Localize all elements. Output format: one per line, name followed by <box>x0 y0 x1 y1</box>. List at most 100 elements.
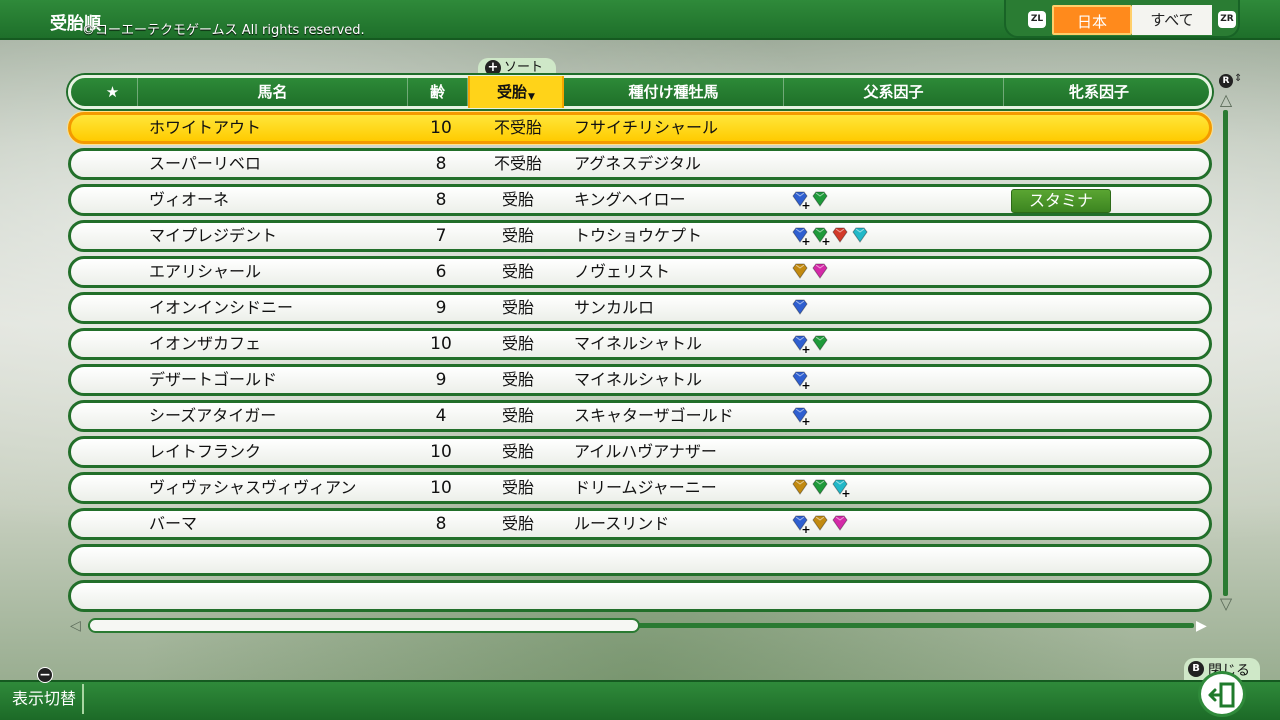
zr-button-icon[interactable]: ZR <box>1218 11 1236 28</box>
scroll-right-arrow-icon[interactable]: ▶ <box>1196 618 1207 634</box>
mated-sire: マイネルシャトル <box>574 334 703 353</box>
horse-age: 8 <box>435 514 447 534</box>
region-tabs: ZL 日本 すべて ZR <box>1004 0 1240 38</box>
horse-age: 10 <box>430 334 452 354</box>
table-row[interactable]: イオンザカフェ 10 受胎 マイネルシャトル + <box>68 328 1212 360</box>
blue-gem-icon <box>791 298 809 316</box>
sire-factor-icons: + <box>791 190 831 211</box>
pregnancy-status: 受胎 <box>501 190 534 209</box>
sire-factor-icons: + <box>791 334 831 355</box>
table-row[interactable]: スーパーリベロ 8 不受胎 アグネスデジタル <box>68 148 1212 180</box>
horse-name: イオンインシドニー <box>149 298 294 317</box>
header-age[interactable]: 齢 <box>408 78 468 106</box>
pregnancy-status: 受胎 <box>501 514 534 533</box>
mated-sire: ドリームジャーニー <box>574 478 717 497</box>
table-row[interactable]: デザートゴールド 9 受胎 マイネルシャトル + <box>68 364 1212 396</box>
green-gem-icon <box>811 334 829 352</box>
header-horse-name[interactable]: 馬名 <box>138 78 408 106</box>
sire-factor-icons: + <box>791 514 851 535</box>
dam-factor: スタミナ <box>1011 188 1111 214</box>
table-row[interactable]: ヴィヴァシャスヴィヴィアン 10 受胎 ドリームジャーニー + <box>68 472 1212 504</box>
mated-sire: サンカルロ <box>574 298 655 317</box>
table-row[interactable]: ヴィオーネ 8 受胎 キングヘイロー + スタミナ <box>68 184 1212 216</box>
plus-button-icon[interactable]: + <box>485 60 501 76</box>
horse-age: 10 <box>430 442 452 462</box>
tab-all[interactable]: すべて <box>1132 5 1212 35</box>
pregnancy-status: 受胎 <box>501 226 534 245</box>
pregnancy-status <box>471 547 565 573</box>
horse-age: 8 <box>435 190 447 210</box>
scroll-up-arrow-icon[interactable]: △ <box>1217 90 1235 109</box>
table-row[interactable]: バーマ 8 受胎 ルースリンド + <box>68 508 1212 540</box>
pregnancy-status: 受胎 <box>501 370 534 389</box>
blue-gem-icon: + <box>791 334 811 355</box>
sire-factor-icons: + + <box>791 226 871 247</box>
green-gem-icon <box>811 478 829 496</box>
mated-sire: フサイチリシャール <box>574 118 719 137</box>
blue-gem-icon: + <box>791 190 811 211</box>
blue-gem-icon: + <box>791 226 811 247</box>
pregnancy-status: 受胎 <box>501 334 534 353</box>
pregnancy-status: 受胎 <box>501 262 534 281</box>
empty-table-row[interactable] <box>68 544 1212 576</box>
sire-factor-icons <box>791 298 811 318</box>
b-button-icon[interactable]: B <box>1188 661 1204 677</box>
exit-button[interactable] <box>1198 671 1246 717</box>
blue-gem-icon: + <box>791 406 811 427</box>
cyan-gem-icon <box>851 226 869 244</box>
table-row[interactable]: ホワイトアウト 10 不受胎 フサイチリシャール <box>68 112 1212 144</box>
horse-age: 6 <box>435 262 447 282</box>
r-stick-icon: R <box>1219 74 1233 88</box>
horse-age: 10 <box>430 118 452 138</box>
minus-button-icon[interactable]: − <box>37 667 53 683</box>
pregnancy-status: 受胎 <box>501 442 534 461</box>
scroll-down-arrow-icon[interactable]: ▽ <box>1217 594 1235 613</box>
horse-name: ヴィヴァシャスヴィヴィアン <box>149 478 357 497</box>
pregnancy-status: 不受胎 <box>493 118 542 137</box>
table-row[interactable]: イオンインシドニー 9 受胎 サンカルロ <box>68 292 1212 324</box>
blue-gem-icon: + <box>791 370 811 391</box>
table-row[interactable]: エアリシャール 6 受胎 ノヴェリスト <box>68 256 1212 288</box>
table-row[interactable]: マイプレジデント 7 受胎 トウショウケプト + + <box>68 220 1212 252</box>
cyan-gem-icon: + <box>831 478 851 499</box>
pregnancy-status: 受胎 <box>501 298 534 317</box>
horse-name: シーズアタイガー <box>149 406 277 425</box>
table-row[interactable]: レイトフランク 10 受胎 アイルハヴアナザー <box>68 436 1212 468</box>
horse-name: スーパーリベロ <box>149 154 261 173</box>
horse-name: デザートゴールド <box>149 370 278 389</box>
green-gem-icon: + <box>811 226 831 247</box>
display-toggle-button[interactable]: 表示切替 <box>6 684 85 714</box>
magenta-gem-icon <box>831 514 849 532</box>
horse-age: 9 <box>435 370 447 390</box>
pregnancy-status: 受胎 <box>501 478 534 497</box>
header-sire[interactable]: 種付け種牡馬 <box>564 78 784 106</box>
sire-factor-icons: + <box>791 478 851 499</box>
zl-button-icon[interactable]: ZL <box>1028 11 1046 28</box>
horse-age: 7 <box>435 226 447 246</box>
mated-sire: マイネルシャトル <box>574 370 703 389</box>
horse-age <box>411 547 471 573</box>
magenta-gem-icon <box>811 262 829 280</box>
horse-age: 4 <box>435 406 447 426</box>
table-row[interactable]: シーズアタイガー 4 受胎 スキャターザゴールド + <box>68 400 1212 432</box>
top-bar: 受胎順 ©コーエーテクモゲームス All rights reserved. ZL… <box>0 0 1280 40</box>
sire-factor-icons <box>791 262 831 282</box>
horse-name: バーマ <box>149 514 198 533</box>
gold-gem-icon <box>791 478 809 496</box>
vertical-scrollbar[interactable] <box>1223 110 1228 596</box>
mated-sire: キングヘイロー <box>574 190 686 209</box>
horizontal-scroll-thumb[interactable] <box>88 618 640 633</box>
bottom-bar <box>0 680 1280 720</box>
mated-sire: アグネスデジタル <box>574 154 701 173</box>
table-header: ★ 馬名 齢 受胎▼ 種付け種牡馬 父系因子 牝系因子 <box>68 75 1212 109</box>
header-dam-factor[interactable]: 牝系因子 <box>1004 78 1194 106</box>
scroll-left-arrow-icon[interactable]: ◁ <box>70 618 81 634</box>
header-sire-factor[interactable]: 父系因子 <box>784 78 1004 106</box>
tab-japan[interactable]: 日本 <box>1052 5 1132 35</box>
empty-table-row[interactable] <box>68 580 1212 612</box>
blue-gem-icon: + <box>791 514 811 535</box>
header-favorite-star-icon[interactable]: ★ <box>88 78 138 106</box>
header-pregnancy-sorted[interactable]: 受胎▼ <box>468 76 564 108</box>
pregnancy-status: 受胎 <box>501 406 534 425</box>
horse-name: ヴィオーネ <box>149 190 230 209</box>
